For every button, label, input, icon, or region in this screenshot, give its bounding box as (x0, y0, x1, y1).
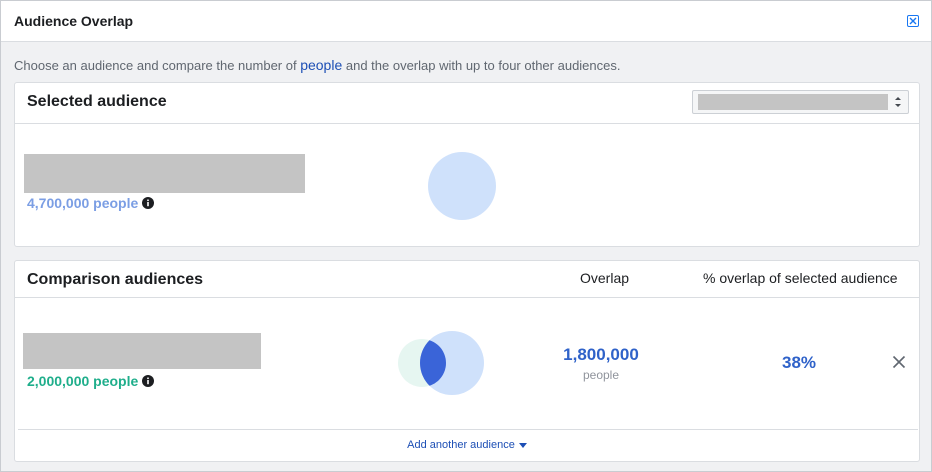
overlap-unit: people (582, 368, 620, 382)
overlap-venn-diagram (398, 331, 484, 395)
close-icon (909, 17, 917, 25)
info-icon[interactable] (142, 197, 155, 209)
selected-audience-size: 4,700,000 people (27, 195, 155, 211)
selected-audience-size-label: 4,700,000 people (27, 195, 139, 211)
selected-audience-card: Selected audience 4,700,000 people (14, 82, 920, 247)
chevron-down-icon (518, 442, 527, 448)
people-link[interactable]: people (300, 57, 342, 73)
updown-arrows-icon (895, 97, 901, 107)
audience-select[interactable] (692, 90, 909, 114)
description-text-end: and the overlap with up to four other au… (342, 58, 621, 73)
comparison-audiences-header: Comparison audiences Overlap % overlap o… (15, 261, 919, 298)
x-icon[interactable] (892, 355, 906, 369)
close-button[interactable] (907, 15, 919, 27)
info-icon[interactable] (142, 375, 155, 387)
dialog-title: Audience Overlap (14, 13, 134, 29)
dialog-description: Choose an audience and compare the numbe… (14, 57, 621, 73)
comparison-audience-size: 2,000,000 people (27, 373, 155, 389)
selected-audience-title: Selected audience (27, 93, 167, 110)
description-text: Choose an audience and compare the numbe… (14, 58, 301, 73)
overlap-percentage: 38% (781, 353, 817, 372)
comparison-audiences-card: Comparison audiences Overlap % overlap o… (14, 260, 920, 462)
overlap-column-header: Overlap (580, 270, 630, 286)
audience-overlap-dialog: Audience Overlap Choose an audience and … (0, 0, 932, 472)
comparison-audience-name-redacted (23, 333, 261, 369)
overlap-count: 1,800,000 (563, 345, 639, 364)
divider (18, 429, 918, 430)
dialog-header: Audience Overlap (1, 1, 931, 42)
selected-audience-name-redacted (24, 154, 305, 193)
add-another-audience-link[interactable]: Add another audience (15, 439, 919, 451)
selected-audience-header: Selected audience (15, 83, 919, 124)
comparison-audiences-title: Comparison audiences (27, 271, 204, 288)
add-another-audience-label: Add another audience (407, 439, 515, 451)
comparison-audience-size-label: 2,000,000 people (27, 373, 139, 389)
selected-audience-circle (428, 152, 496, 220)
audience-select-value (698, 94, 888, 110)
percent-overlap-column-header: % overlap of selected audience (703, 270, 898, 286)
